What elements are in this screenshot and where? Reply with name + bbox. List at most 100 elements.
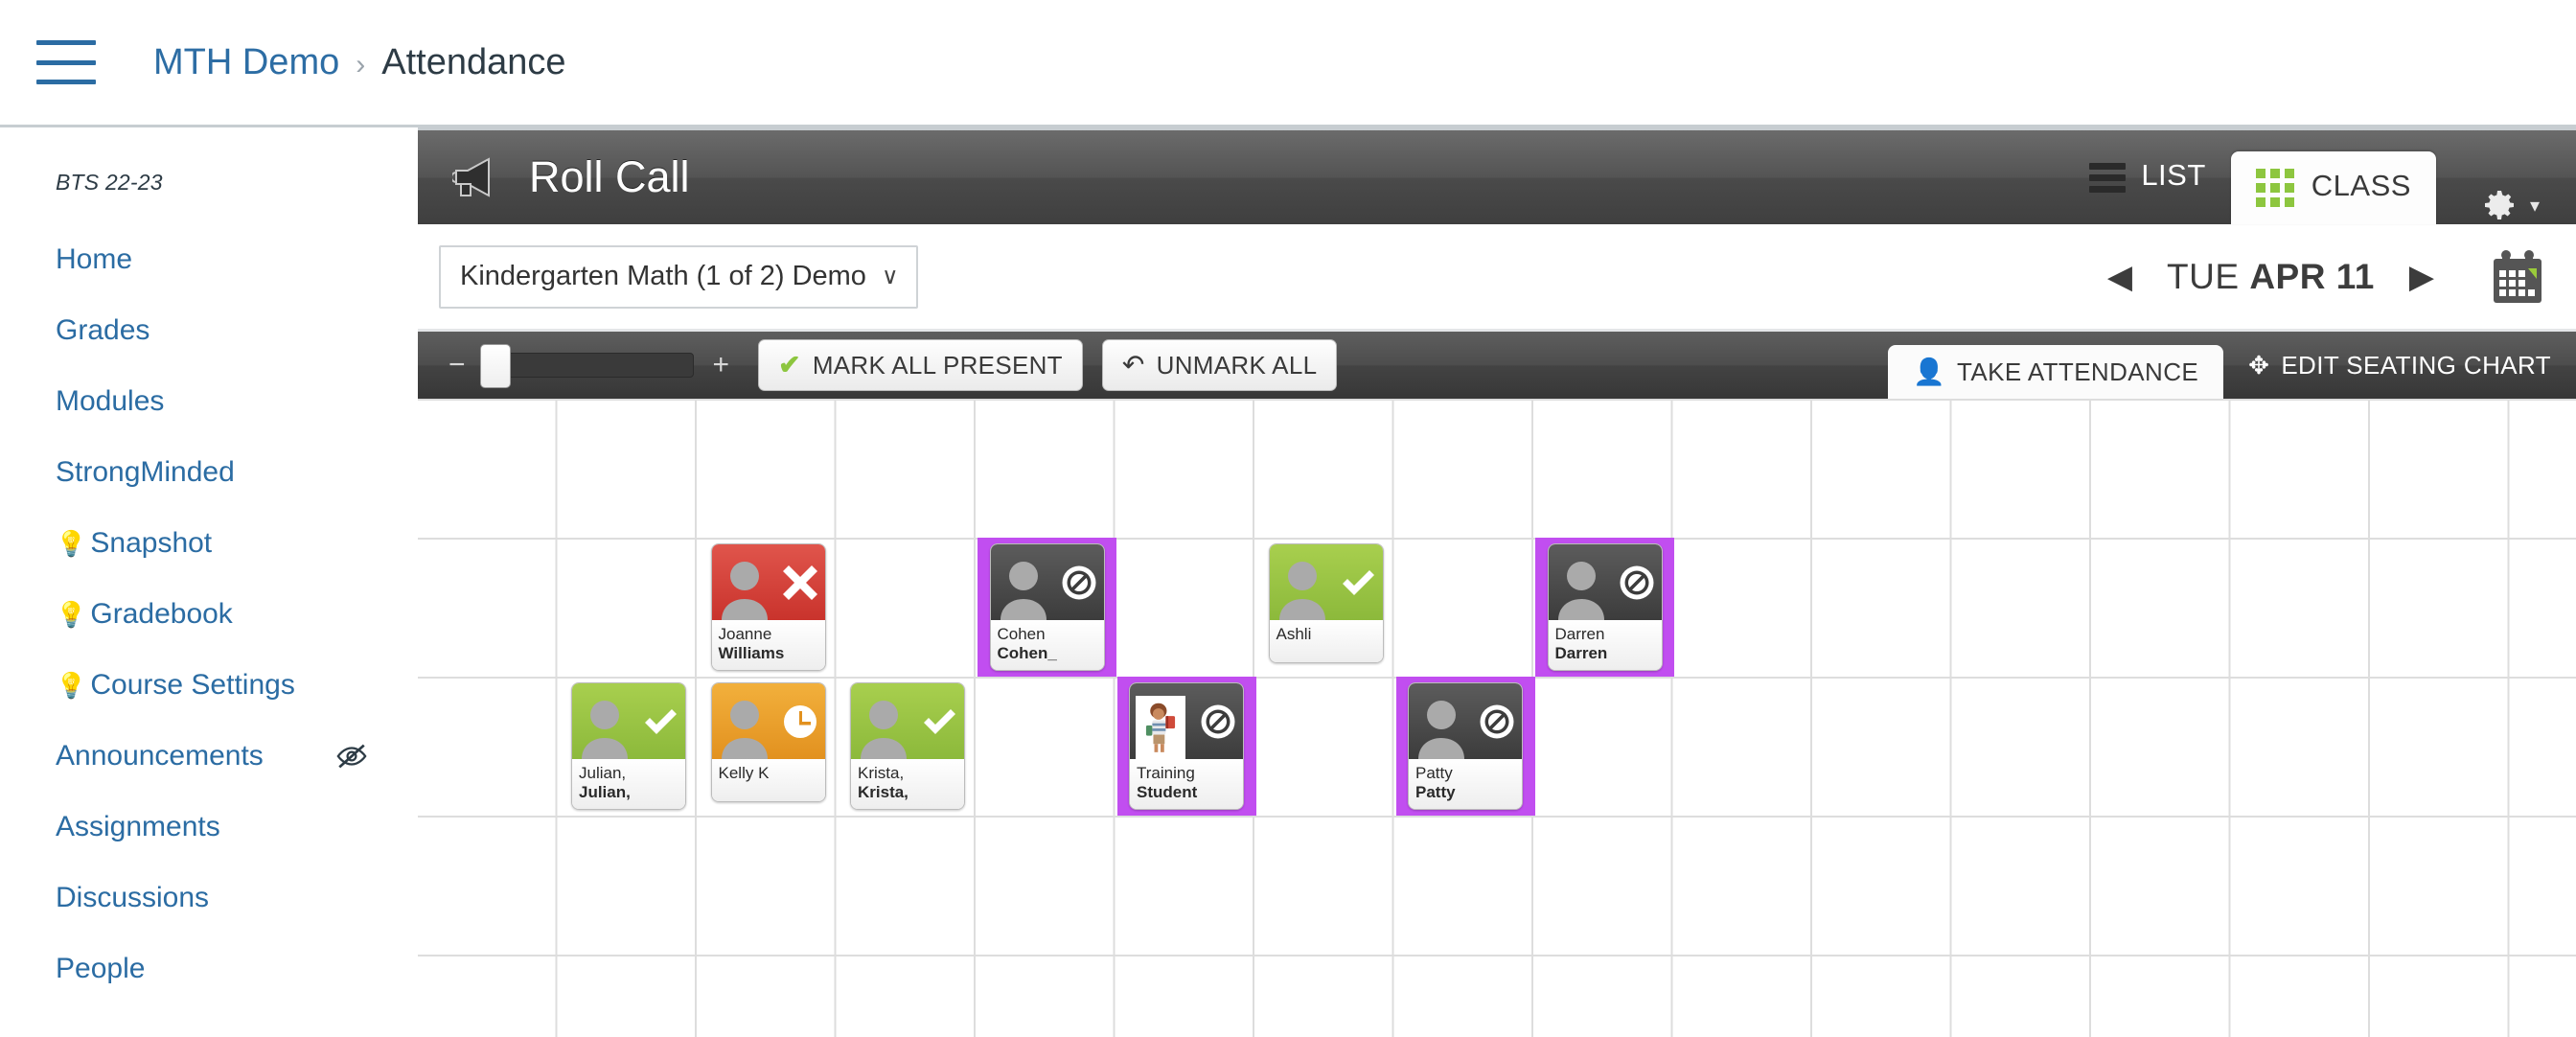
- student-status-photo[interactable]: [1548, 544, 1662, 620]
- tab-list-label: LIST: [2141, 158, 2206, 192]
- student-last-name: Student: [1137, 783, 1198, 802]
- hamburger-line: [36, 80, 96, 84]
- term-label: BTS 22-23: [56, 170, 163, 195]
- check-icon: ✔: [778, 350, 801, 380]
- current-date-label: TUE APR 11: [2153, 257, 2388, 297]
- student-card[interactable]: Julian, Julian,: [571, 682, 686, 811]
- student-nameplate: Darren Darren: [1548, 620, 1662, 671]
- sidebar-item-gradebook[interactable]: 💡 Gradebook: [56, 579, 418, 650]
- seat-cell[interactable]: Julian, Julian,: [560, 677, 699, 816]
- student-nameplate: Ashli: [1269, 620, 1383, 662]
- breadcrumb-separator: ›: [356, 48, 366, 81]
- student-status-photo[interactable]: [1130, 683, 1243, 759]
- seat-cell[interactable]: Ashli: [1256, 538, 1395, 677]
- course-section-select[interactable]: Kindergarten Math (1 of 2) Demo ∨: [439, 244, 918, 309]
- student-first-name: Joanne: [718, 625, 772, 643]
- student-card[interactable]: Krista, Krista,: [850, 682, 965, 811]
- seat-cell[interactable]: Training Student: [1116, 677, 1256, 816]
- sidebar-item-modules[interactable]: Modules: [56, 366, 418, 437]
- sidebar-item-label: Modules: [56, 385, 165, 417]
- sidebar-item-assignments[interactable]: Assignments: [56, 792, 418, 863]
- sidebar-item-label: Snapshot: [90, 527, 213, 559]
- lightbulb-icon: 💡: [56, 671, 87, 700]
- student-last-name: Darren: [1554, 644, 1608, 663]
- sidebar-item-discussions[interactable]: Discussions: [56, 863, 418, 933]
- student-nameplate: Cohen Cohen_: [990, 620, 1104, 671]
- student-last-name: Julian,: [579, 783, 631, 802]
- student-card[interactable]: Kelly K: [710, 682, 826, 802]
- zoom-out-button[interactable]: −: [439, 351, 475, 380]
- no-entry-icon: [1062, 565, 1095, 599]
- student-status-photo[interactable]: [1269, 544, 1383, 620]
- page-body: BTS 22-23 Home Grades Modules StrongMind…: [0, 125, 2576, 1037]
- student-card[interactable]: Training Student: [1129, 682, 1244, 811]
- student-last-name: Cohen_: [997, 644, 1057, 663]
- undo-arrow-icon: ↶: [1121, 350, 1145, 380]
- student-status-photo[interactable]: [990, 544, 1104, 620]
- student-photo-avatar: [1136, 696, 1185, 759]
- tab-take-attendance[interactable]: 👤 TAKE ATTENDANCE: [1888, 345, 2224, 399]
- chevron-down-icon: ▾: [2529, 195, 2540, 217]
- chevron-down-icon: ∨: [881, 264, 899, 289]
- student-card[interactable]: Cohen Cohen_: [989, 543, 1105, 672]
- unmark-all-button[interactable]: ↶ UNMARK ALL: [1101, 339, 1338, 391]
- student-illustration-icon: [1145, 703, 1176, 752]
- student-last-name: Williams: [718, 644, 785, 663]
- next-day-button[interactable]: ▶: [2388, 261, 2455, 293]
- tab-list-view[interactable]: LIST: [2064, 130, 2230, 224]
- student-card[interactable]: Ashli: [1268, 543, 1384, 663]
- previous-day-button[interactable]: ◀: [2086, 261, 2153, 293]
- sidebar-item-snapshot[interactable]: 💡 Snapshot: [56, 508, 418, 579]
- check-icon: [645, 708, 677, 734]
- calendar-icon[interactable]: [2490, 249, 2545, 305]
- tab-edit-seating-chart[interactable]: ✥ EDIT SEATING CHART: [2223, 332, 2576, 399]
- page-title: Roll Call: [529, 152, 690, 201]
- tab-take-attendance-label: TAKE ATTENDANCE: [1957, 357, 2199, 386]
- student-card[interactable]: Joanne Williams: [710, 543, 826, 672]
- mark-all-present-button[interactable]: ✔ MARK ALL PRESENT: [758, 339, 1083, 391]
- person-icon: 👤: [1913, 357, 1946, 386]
- seat-cell[interactable]: Patty Patty: [1395, 677, 1535, 816]
- student-card[interactable]: Patty Patty: [1408, 682, 1523, 811]
- student-status-photo[interactable]: [711, 544, 825, 620]
- seat-cell[interactable]: Darren Darren: [1535, 538, 1674, 677]
- silhouette-avatar-icon: [1557, 562, 1604, 620]
- zoom-slider[interactable]: [479, 344, 694, 388]
- sidebar-item-grades[interactable]: Grades: [56, 295, 418, 366]
- student-status-photo[interactable]: [1409, 683, 1522, 759]
- student-nameplate: Julian, Julian,: [572, 759, 685, 810]
- silhouette-avatar-icon: [1000, 562, 1046, 620]
- student-status-photo[interactable]: [711, 683, 825, 759]
- unmark-all-label: UNMARK ALL: [1156, 350, 1318, 380]
- sidebar-item-strongminded[interactable]: StrongMinded: [56, 437, 418, 508]
- silhouette-avatar-icon: [582, 701, 628, 759]
- sidebar-item-label: Home: [56, 243, 133, 275]
- tab-class-view[interactable]: CLASS: [2230, 151, 2436, 224]
- view-switcher: LIST CLASS ▾: [2064, 130, 2576, 224]
- date-weekday: TUE: [2167, 256, 2250, 296]
- student-card[interactable]: Darren Darren: [1547, 543, 1663, 672]
- zoom-slider-thumb[interactable]: [479, 344, 511, 388]
- sidebar-item-people[interactable]: People: [56, 933, 418, 1004]
- sidebar-item-label: StrongMinded: [56, 456, 235, 488]
- seat-cell[interactable]: Krista, Krista,: [839, 677, 978, 816]
- sidebar-item-home[interactable]: Home: [56, 224, 418, 295]
- mark-all-present-label: MARK ALL PRESENT: [812, 350, 1063, 380]
- student-status-photo[interactable]: [851, 683, 964, 759]
- sidebar-item-label: People: [56, 953, 146, 984]
- student-status-photo[interactable]: [572, 683, 685, 759]
- seat-cell[interactable]: Joanne Williams: [699, 538, 838, 677]
- settings-menu-button[interactable]: ▾: [2436, 186, 2576, 224]
- seat-cell[interactable]: Kelly K: [699, 677, 838, 816]
- breadcrumb-current: Attendance: [381, 41, 566, 82]
- zoom-in-button[interactable]: +: [703, 351, 740, 380]
- sidebar-item-course-settings[interactable]: 💡 Course Settings: [56, 650, 418, 721]
- silhouette-avatar-icon: [721, 562, 768, 620]
- hamburger-icon[interactable]: [36, 40, 96, 84]
- seat-cell[interactable]: Cohen Cohen_: [978, 538, 1116, 677]
- sidebar-item-announcements[interactable]: Announcements: [56, 721, 418, 792]
- seating-chart[interactable]: Joanne Williams Cohen Cohen_ Ashli Darren Darr…: [418, 399, 2576, 1037]
- check-icon: [924, 708, 955, 734]
- no-entry-icon: [1620, 565, 1653, 599]
- breadcrumb-course-link[interactable]: MTH Demo: [153, 42, 339, 83]
